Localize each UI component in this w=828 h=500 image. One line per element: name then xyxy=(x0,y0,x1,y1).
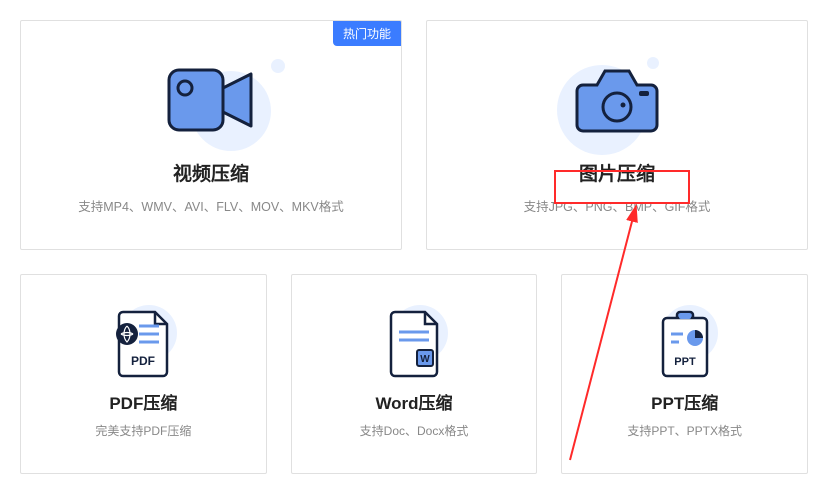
hot-badge: 热门功能 xyxy=(333,21,401,46)
card-ppt-compress[interactable]: PPT PPT压缩 支持PPT、PPTX格式 xyxy=(561,274,808,474)
card-title: PPT压缩 xyxy=(651,389,718,414)
card-title: 图片压缩 xyxy=(579,159,655,186)
card-image-compress[interactable]: 图片压缩 支持JPG、PNG、BMP、GIF格式 xyxy=(426,20,808,250)
camera-icon xyxy=(557,55,677,145)
pdf-file-icon: PDF xyxy=(83,309,203,379)
card-title: Word压缩 xyxy=(375,389,452,414)
card-subtitle: 支持MP4、WMV、AVI、FLV、MOV、MKV格式 xyxy=(78,196,344,215)
feature-row-bottom: PDF PDF压缩 完美支持PDF压缩 W Word压缩 支持Doc、Docx格… xyxy=(20,274,808,474)
card-subtitle: 完美支持PDF压缩 xyxy=(95,422,191,439)
card-subtitle: 支持PPT、PPTX格式 xyxy=(627,422,742,439)
card-word-compress[interactable]: W Word压缩 支持Doc、Docx格式 xyxy=(291,274,538,474)
svg-text:PPT: PPT xyxy=(674,356,696,368)
card-title: PDF压缩 xyxy=(109,389,177,414)
card-video-compress[interactable]: 热门功能 视频压缩 支持MP4、WMV、AVI、FLV、MOV、MKV格式 xyxy=(20,20,402,250)
video-camera-icon xyxy=(151,55,271,145)
svg-text:PDF: PDF xyxy=(131,354,155,368)
card-title: 视频压缩 xyxy=(173,159,249,186)
card-subtitle: 支持Doc、Docx格式 xyxy=(360,422,469,439)
ppt-file-icon: PPT xyxy=(625,309,745,379)
word-file-icon: W xyxy=(354,309,474,379)
feature-row-top: 热门功能 视频压缩 支持MP4、WMV、AVI、FLV、MOV、MKV格式 图片… xyxy=(20,20,808,250)
card-pdf-compress[interactable]: PDF PDF压缩 完美支持PDF压缩 xyxy=(20,274,267,474)
card-subtitle: 支持JPG、PNG、BMP、GIF格式 xyxy=(524,196,711,215)
svg-text:W: W xyxy=(420,354,430,365)
